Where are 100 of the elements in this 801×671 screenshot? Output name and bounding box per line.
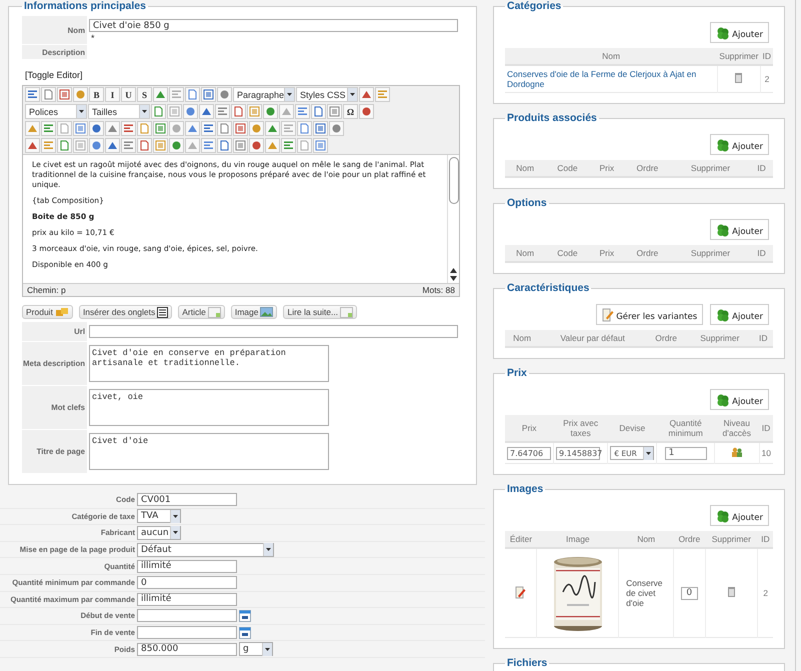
users-icon[interactable] xyxy=(730,447,743,457)
input-field[interactable]: illimité xyxy=(137,560,237,573)
toolbar-button[interactable] xyxy=(313,138,328,153)
toolbar-button[interactable] xyxy=(359,87,374,102)
toolbar-button[interactable] xyxy=(25,87,40,102)
text-area[interactable]: Civet d'oie xyxy=(89,433,329,470)
toolbar-button[interactable] xyxy=(247,104,262,119)
toolbar-button[interactable]: U xyxy=(121,87,136,102)
toolbar-button[interactable] xyxy=(233,121,248,136)
toolbar-button[interactable] xyxy=(297,138,312,153)
insert-button[interactable]: Lire la suite... xyxy=(283,305,358,319)
add-button[interactable]: Ajouter xyxy=(710,304,769,325)
add-button[interactable]: Ajouter xyxy=(710,134,769,155)
text-area[interactable]: civet, oie xyxy=(89,389,329,426)
toolbar-button[interactable] xyxy=(183,104,198,119)
order-field[interactable]: 0 xyxy=(680,586,698,600)
toolbar-button[interactable] xyxy=(201,138,216,153)
toolbar-button[interactable] xyxy=(185,138,200,153)
toolbar-button[interactable] xyxy=(279,104,294,119)
category-link[interactable]: Conserves d'oie de la Ferme de Clerjoux à Ajat en Dordogne xyxy=(507,69,715,89)
input-field[interactable]: illimité xyxy=(137,592,237,606)
toolbar-button[interactable] xyxy=(281,121,296,136)
toolbar-button[interactable] xyxy=(263,104,278,119)
input-field[interactable]: 0 xyxy=(137,576,237,590)
input-field[interactable]: 850.000 xyxy=(137,642,237,656)
toolbar-button[interactable] xyxy=(233,138,248,153)
unit-dropdown[interactable]: g xyxy=(239,642,273,656)
dropdown[interactable]: aucun xyxy=(137,526,181,540)
insert-button[interactable]: Image xyxy=(230,305,278,319)
name-field[interactable]: Civet d'oie 850 g xyxy=(89,19,458,32)
price-field[interactable]: 7.64706 xyxy=(507,446,551,460)
toolbar-button[interactable] xyxy=(41,121,56,136)
toolbar-button[interactable] xyxy=(57,138,72,153)
toolbar-button[interactable] xyxy=(169,87,184,102)
toolbar-dropdown[interactable]: Polices xyxy=(25,104,87,119)
input-field[interactable] xyxy=(89,325,458,338)
add-button[interactable]: Ajouter xyxy=(710,389,769,410)
text-area[interactable]: Civet d'oie en conserve en préparation artisanale et traditionnelle. xyxy=(89,345,329,382)
calendar-icon[interactable] xyxy=(239,610,251,622)
toolbar-button[interactable] xyxy=(217,87,232,102)
toolbar-button[interactable] xyxy=(153,138,168,153)
toolbar-button[interactable] xyxy=(137,121,152,136)
toolbar-button[interactable] xyxy=(73,121,88,136)
toolbar-button[interactable] xyxy=(25,138,40,153)
insert-button[interactable]: Article xyxy=(178,305,225,319)
toolbar-button[interactable] xyxy=(169,121,184,136)
toolbar-button[interactable] xyxy=(249,138,264,153)
toolbar-button[interactable] xyxy=(215,104,230,119)
toolbar-button[interactable]: S xyxy=(137,87,152,102)
toolbar-button[interactable] xyxy=(105,138,120,153)
toolbar-button[interactable] xyxy=(231,104,246,119)
toolbar-button[interactable] xyxy=(359,104,374,119)
toolbar-dropdown[interactable]: Styles CSS xyxy=(296,87,358,102)
input-field[interactable]: CV001 xyxy=(137,493,237,506)
toolbar-button[interactable] xyxy=(57,87,72,102)
arrow-up-icon[interactable] xyxy=(450,268,457,273)
toolbar-button[interactable] xyxy=(217,138,232,153)
price-field[interactable]: 9.1458837 xyxy=(556,446,600,460)
trash-icon[interactable] xyxy=(728,587,735,597)
toolbar-button[interactable] xyxy=(137,138,152,153)
trash-icon[interactable] xyxy=(735,73,742,83)
toolbar-button[interactable] xyxy=(153,87,168,102)
add-button[interactable]: Ajouter xyxy=(710,219,769,240)
toolbar-button[interactable] xyxy=(375,87,390,102)
insert-button[interactable]: Produit xyxy=(22,305,73,319)
price-field[interactable]: 1 xyxy=(664,446,707,460)
toolbar-button[interactable] xyxy=(185,121,200,136)
toolbar-button[interactable] xyxy=(265,121,280,136)
toolbar-button[interactable] xyxy=(281,138,296,153)
arrow-down-icon[interactable] xyxy=(450,276,457,281)
toolbar-button[interactable] xyxy=(201,121,216,136)
toolbar-button[interactable] xyxy=(41,87,56,102)
edit-icon[interactable] xyxy=(514,586,527,598)
toolbar-button[interactable] xyxy=(311,104,326,119)
add-button[interactable]: Ajouter xyxy=(710,505,769,526)
dropdown[interactable]: TVA xyxy=(137,509,181,524)
toolbar-button[interactable] xyxy=(265,138,280,153)
add-button[interactable]: Ajouter xyxy=(710,22,769,43)
toolbar-button[interactable] xyxy=(199,104,214,119)
toolbar-button[interactable] xyxy=(121,138,136,153)
toolbar-button[interactable]: B xyxy=(89,87,104,102)
toolbar-button[interactable] xyxy=(297,121,312,136)
date-field[interactable] xyxy=(137,626,237,640)
toolbar-button[interactable] xyxy=(313,121,328,136)
toolbar-dropdown[interactable]: Paragraphe xyxy=(233,87,295,102)
toolbar-dropdown[interactable]: Tailles xyxy=(88,104,150,119)
insert-button[interactable]: Insérer des onglets xyxy=(78,305,172,319)
scrollbar[interactable] xyxy=(447,155,459,283)
toolbar-button[interactable] xyxy=(121,121,136,136)
toolbar-button[interactable] xyxy=(89,121,104,136)
toolbar-button[interactable] xyxy=(249,121,264,136)
toolbar-button[interactable] xyxy=(217,121,232,136)
calendar-icon[interactable] xyxy=(239,626,251,639)
date-field[interactable] xyxy=(137,609,237,622)
toolbar-button[interactable] xyxy=(89,138,104,153)
toolbar-button[interactable] xyxy=(327,104,342,119)
toolbar-button[interactable] xyxy=(153,121,168,136)
toolbar-button[interactable] xyxy=(73,138,88,153)
toolbar-button[interactable] xyxy=(201,87,216,102)
toolbar-button[interactable] xyxy=(329,121,344,136)
